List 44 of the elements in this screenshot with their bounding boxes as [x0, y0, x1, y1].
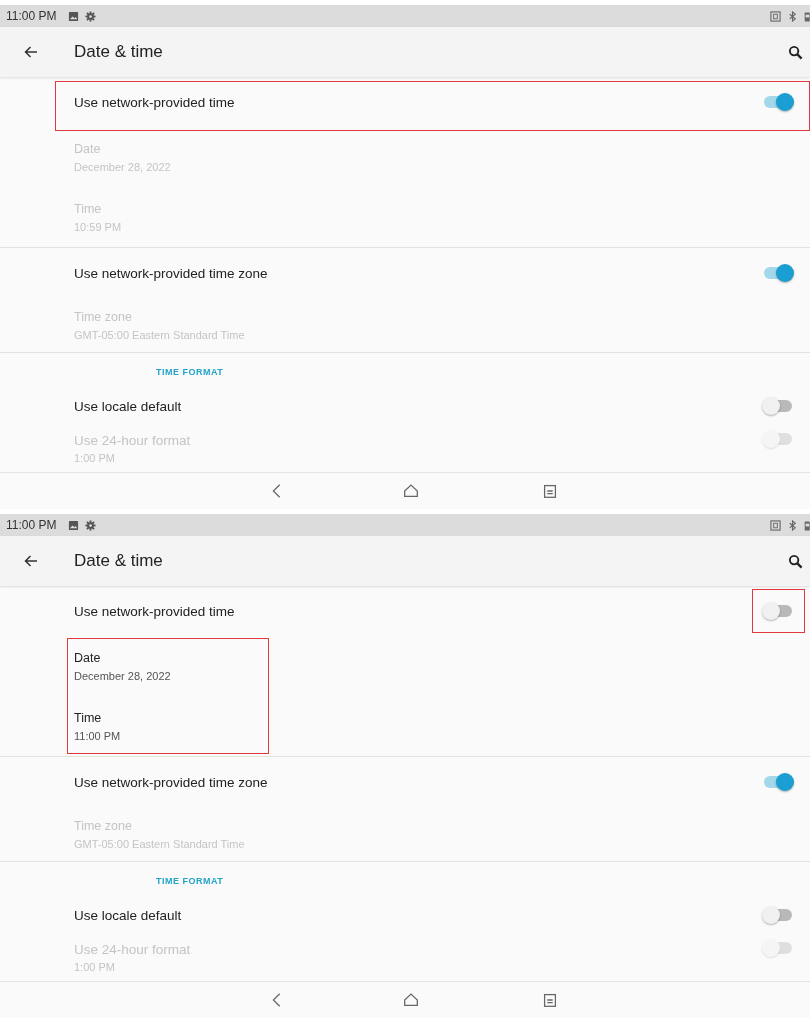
toggle-switch[interactable]	[764, 96, 792, 108]
bluetooth-icon	[787, 10, 798, 22]
recent-apps-icon[interactable]	[541, 482, 559, 500]
search-icon[interactable]	[788, 44, 803, 60]
section-header: TIME FORMAT	[155, 366, 225, 379]
status-time: 11:00 PM	[6, 9, 57, 23]
bluetooth-icon	[787, 519, 798, 531]
setting-title: Use network-provided time	[74, 94, 236, 110]
switch-row[interactable]: Use locale default	[0, 894, 810, 936]
toggle-switch[interactable]	[764, 776, 792, 788]
setting-title: Use locale default	[74, 907, 183, 923]
gear-icon	[85, 519, 97, 531]
switch-row[interactable]: Use network-provided time	[0, 586, 810, 636]
setting-title: Use network-provided time zone	[74, 265, 269, 281]
back-arrow-icon[interactable]	[23, 553, 39, 569]
status-time: 11:00 PM	[6, 518, 57, 532]
switch-row[interactable]: Use locale default	[0, 385, 810, 427]
toggle-switch[interactable]	[764, 267, 792, 279]
setting-title: Time	[74, 710, 103, 725]
setting-title: Use locale default	[74, 398, 183, 414]
recent-apps-icon[interactable]	[541, 991, 559, 1009]
section-header: TIME FORMAT	[155, 875, 225, 888]
setting-row[interactable]: Time 11:00 PM	[0, 696, 810, 756]
toggle-switch[interactable]	[764, 909, 792, 921]
screen-title: Date & time	[74, 42, 163, 62]
toggle-switch[interactable]	[764, 400, 792, 412]
toggle-switch[interactable]	[764, 605, 792, 617]
setting-summary: December 28, 2022	[74, 669, 172, 682]
setting-row[interactable]: Date December 28, 2022	[0, 636, 810, 696]
home-icon[interactable]	[402, 482, 420, 500]
setting-title: Date	[74, 650, 102, 665]
setting-summary: 11:00 PM	[74, 729, 122, 742]
gear-icon	[85, 10, 97, 22]
setting-title: Use network-provided time zone	[74, 774, 269, 790]
back-arrow-icon[interactable]	[23, 44, 39, 60]
switch-row[interactable]: Use network-provided time zone	[0, 757, 810, 807]
search-icon[interactable]	[788, 553, 803, 569]
image-icon	[68, 10, 80, 22]
screen-title: Date & time	[74, 551, 163, 571]
switch-row[interactable]: Use network-provided time	[0, 77, 810, 127]
switch-row[interactable]: Use network-provided time zone	[0, 248, 810, 298]
image-icon	[68, 519, 80, 531]
home-icon[interactable]	[402, 991, 420, 1009]
setting-title: Use network-provided time	[74, 603, 236, 619]
